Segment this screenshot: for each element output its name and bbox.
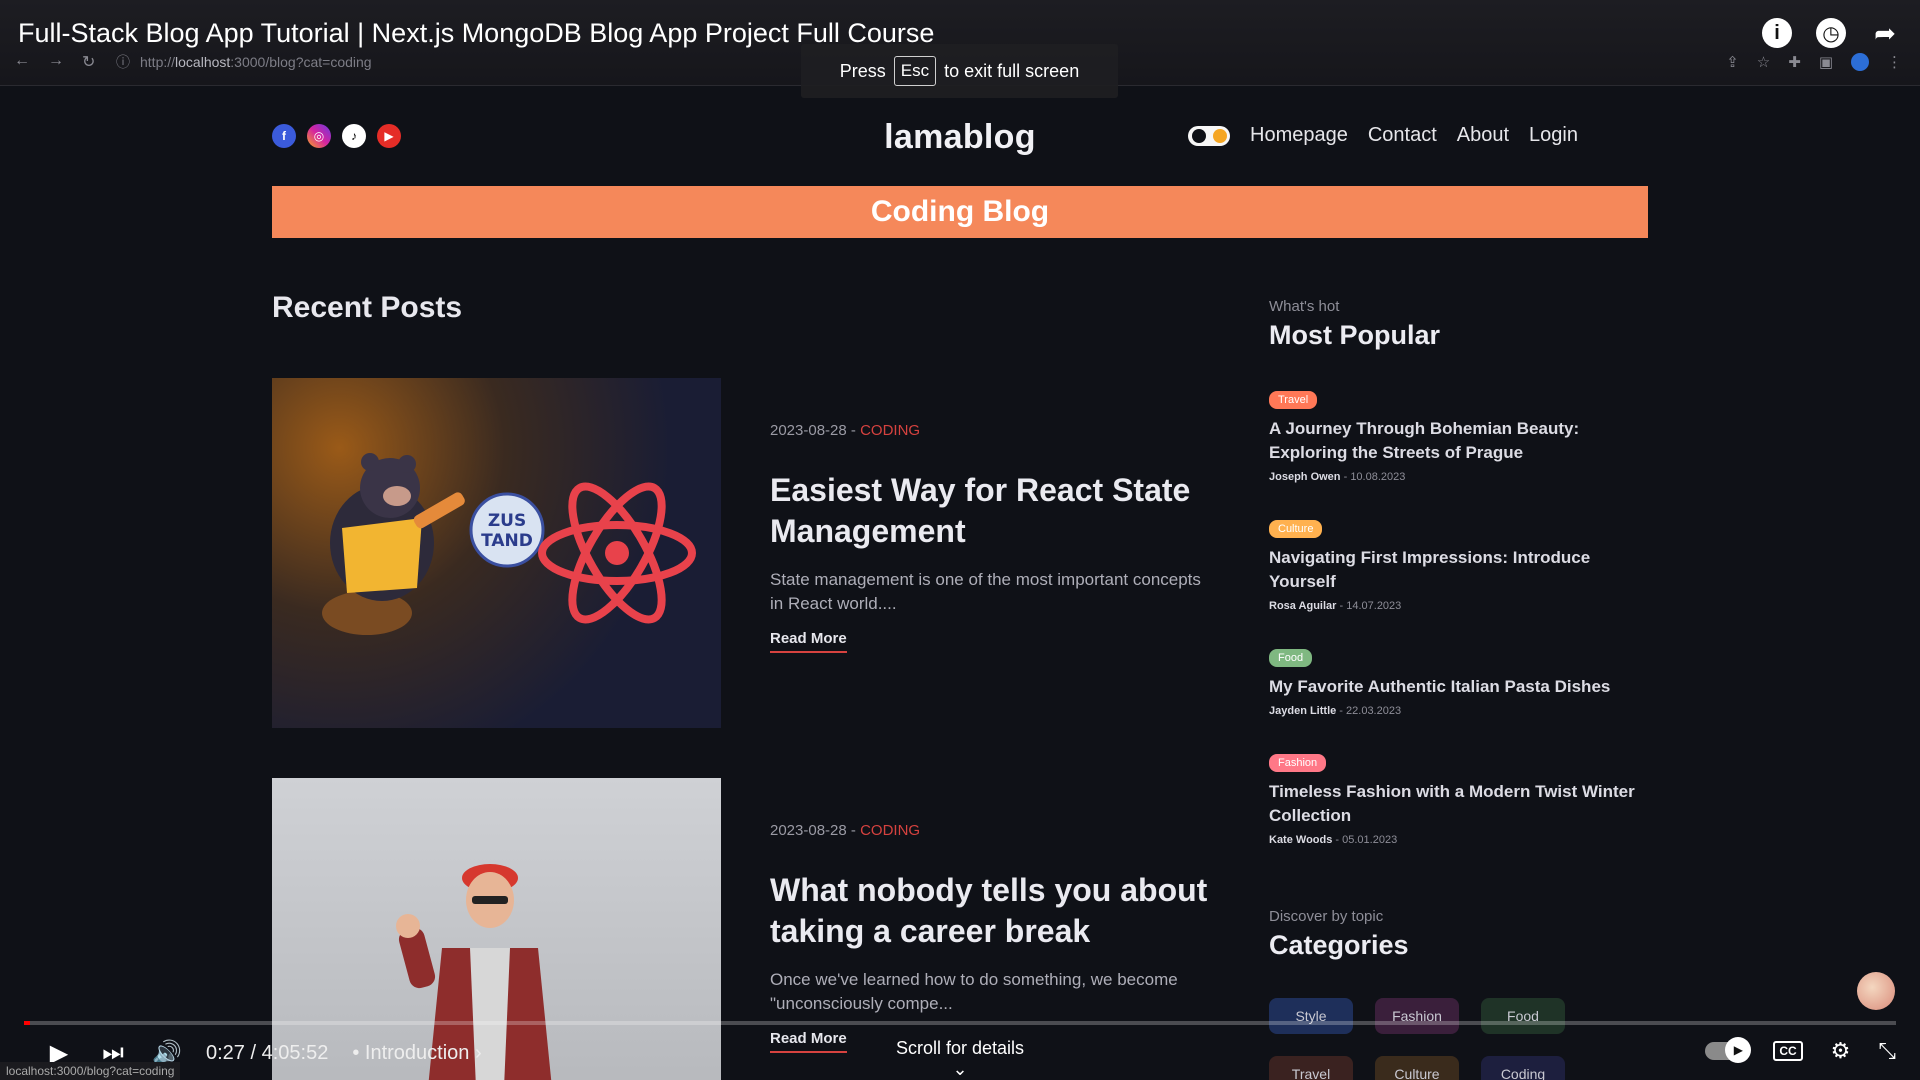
popular-item-byline: Kate Woods - 05.01.2023 (1269, 834, 1398, 846)
post-description: State management is one of the most impo… (770, 570, 1201, 613)
category-style[interactable]: Style (1269, 998, 1353, 1034)
url-prefix: http:// (140, 54, 176, 70)
zustand-bubble: ZUS TAND (469, 492, 545, 568)
svg-text:ZUS: ZUS (488, 511, 526, 531)
fullscreen-exit-hint: Press Esc to exit full screen (801, 44, 1118, 98)
post-description: Once we've learned how to do something, … (770, 970, 1178, 1013)
post-meta: 2023-08-28 - CODING (770, 422, 921, 439)
hint-text: to exit full screen (944, 60, 1080, 81)
recent-posts-title: Recent Posts (272, 291, 463, 324)
video-title: Full-Stack Blog App Tutorial | Next.js M… (18, 18, 935, 48)
popular-item[interactable]: Fashion Timeless Fashion with a Modern T… (1269, 753, 1639, 846)
forward-icon[interactable]: → (48, 52, 64, 72)
category-tag[interactable]: Food (1269, 649, 1313, 667)
date: 14.07.2023 (1346, 600, 1402, 612)
post-title[interactable]: What nobody tells you about taking a car… (770, 870, 1220, 952)
address-bar[interactable]: ⓘ http://localhost:3000/blog?cat=coding (116, 52, 372, 72)
popular-item-title[interactable]: Timeless Fashion with a Modern Twist Win… (1269, 780, 1639, 828)
nav-homepage[interactable]: Homepage (1250, 124, 1348, 147)
popular-item[interactable]: Culture Navigating First Impressions: In… (1269, 519, 1639, 612)
popular-item-title[interactable]: My Favorite Authentic Italian Pasta Dish… (1269, 675, 1639, 699)
nav-login[interactable]: Login (1529, 124, 1578, 147)
site-logo[interactable]: lamablog (0, 118, 1920, 157)
category-fashion[interactable]: Fashion (1375, 998, 1459, 1034)
status-bar-url: localhost:3000/blog?cat=coding (0, 1062, 181, 1080)
popular-item[interactable]: Food My Favorite Authentic Italian Pasta… (1269, 648, 1639, 717)
channel-avatar[interactable] (1857, 972, 1895, 1010)
info-icon[interactable]: ⓘ (116, 52, 130, 72)
post-title[interactable]: Easiest Way for React State Management (770, 470, 1220, 552)
url-path: :3000/blog?cat=coding (230, 54, 372, 70)
category-tag[interactable]: Culture (1269, 520, 1323, 538)
post-meta: 2023-08-28 - CODING (770, 822, 921, 839)
back-icon[interactable]: ← (14, 52, 30, 72)
browser-nav: ← → ↻ (14, 52, 95, 72)
popular-subtitle: What's hot (1269, 298, 1340, 315)
post-date: 2023-08-28 (770, 422, 847, 439)
post-card: ZUS TAND 2023-08-28 - CODING Easiest Way… (272, 378, 1212, 738)
progress-played (24, 1021, 30, 1025)
popular-item-byline: Rosa Aguilar - 14.07.2023 (1269, 600, 1402, 612)
browser-actions: ⇪ ☆ ✚ ▣ ⋮ (1726, 53, 1902, 71)
sidepanel-icon[interactable]: ▣ (1819, 53, 1833, 71)
date: 10.08.2023 (1350, 471, 1406, 483)
share-icon[interactable]: ➦ (1870, 18, 1900, 48)
video-top-actions: i ◷ ➦ (1762, 18, 1900, 48)
popular-item-byline: Jayden Little - 22.03.2023 (1269, 705, 1402, 717)
star-icon[interactable]: ☆ (1757, 53, 1770, 71)
hint-text: Press (839, 60, 886, 81)
url-text: http://localhost:3000/blog?cat=coding (140, 54, 372, 70)
settings-icon[interactable]: ⚙ (1831, 1038, 1851, 1064)
captions-icon[interactable]: CC (1773, 1041, 1803, 1061)
menu-icon[interactable]: ⋮ (1887, 53, 1902, 71)
main-nav: Homepage Contact About Login (1188, 124, 1578, 147)
player-controls: ▶ ⏭ 🔊 0:27 / 4:05:52 • Introduction › Sc… (0, 1030, 1920, 1080)
post-image[interactable]: ZUS TAND (272, 378, 721, 728)
scroll-hint[interactable]: Scroll for details ⌄ (0, 1038, 1920, 1080)
categories-title: Categories (1269, 930, 1409, 960)
nav-contact[interactable]: Contact (1368, 124, 1437, 147)
bear-illustration (322, 453, 465, 635)
category-food[interactable]: Food (1481, 998, 1565, 1034)
categories-subtitle: Discover by topic (1269, 908, 1384, 925)
extensions-icon[interactable]: ✚ (1788, 53, 1801, 71)
blog-page: f ◎ ♪ ▶ lamablog Homepage Contact About … (0, 86, 1920, 1080)
popular-title: Most Popular (1269, 320, 1441, 350)
exit-fullscreen-icon[interactable]: ⤡ (1878, 1038, 1896, 1064)
esc-key: Esc (893, 56, 937, 86)
progress-bar[interactable] (24, 1021, 1896, 1025)
nav-about[interactable]: About (1457, 124, 1509, 147)
author: Rosa Aguilar (1269, 600, 1337, 612)
chevron-down-icon: ⌄ (952, 1059, 968, 1079)
profile-icon[interactable] (1851, 53, 1869, 71)
author: Jayden Little (1269, 705, 1337, 717)
popular-item-title[interactable]: A Journey Through Bohemian Beauty: Explo… (1269, 417, 1639, 465)
post-category[interactable]: CODING (860, 822, 920, 839)
controls-right: CC ⚙ ⤡ (1705, 1037, 1896, 1064)
reload-icon[interactable]: ↻ (82, 52, 95, 72)
post-category[interactable]: CODING (860, 422, 920, 439)
popular-item-byline: Joseph Owen - 10.08.2023 (1269, 471, 1406, 483)
react-logo (538, 482, 696, 624)
popular-item[interactable]: Travel A Journey Through Bohemian Beauty… (1269, 390, 1639, 483)
theme-toggle[interactable] (1188, 125, 1230, 146)
author: Joseph Owen (1269, 471, 1341, 483)
read-more-link[interactable]: Read More (770, 630, 847, 653)
post-date: 2023-08-28 (770, 822, 847, 839)
info-icon[interactable]: i (1762, 18, 1792, 48)
url-host: localhost (175, 54, 231, 70)
category-banner: Coding Blog (272, 186, 1648, 238)
watch-later-icon[interactable]: ◷ (1816, 18, 1846, 48)
svg-text:TAND: TAND (481, 531, 533, 551)
date: 22.03.2023 (1346, 705, 1402, 717)
share-icon[interactable]: ⇪ (1726, 53, 1739, 71)
scroll-hint-text: Scroll for details (895, 1038, 1025, 1058)
date: 05.01.2023 (1342, 834, 1398, 846)
autoplay-toggle[interactable] (1705, 1037, 1752, 1063)
popular-item-title[interactable]: Navigating First Impressions: Introduce … (1269, 546, 1639, 594)
category-tag[interactable]: Fashion (1269, 754, 1327, 772)
author: Kate Woods (1269, 834, 1333, 846)
category-tag[interactable]: Travel (1269, 391, 1318, 409)
